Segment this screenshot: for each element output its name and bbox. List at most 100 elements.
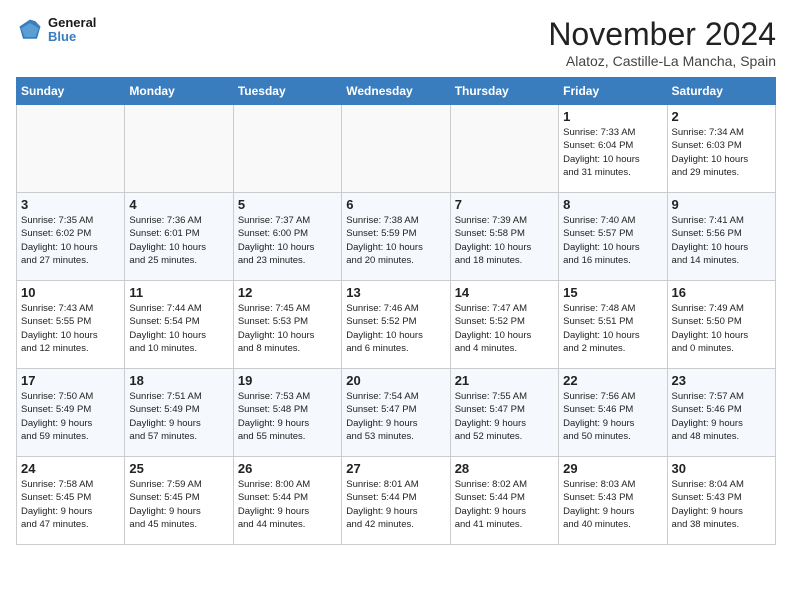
calendar-cell: 1 Sunrise: 7:33 AM Sunset: 6:04 PM Daylig… bbox=[559, 105, 667, 193]
day-number: 18 bbox=[129, 373, 228, 388]
day-info: Sunrise: 7:56 AM Sunset: 5:46 PM Dayligh… bbox=[563, 390, 662, 443]
day-number: 15 bbox=[563, 285, 662, 300]
day-info: Sunrise: 7:47 AM Sunset: 5:52 PM Dayligh… bbox=[455, 302, 554, 355]
calendar-week-2: 3 Sunrise: 7:35 AM Sunset: 6:02 PM Daylig… bbox=[17, 193, 776, 281]
day-info: Sunrise: 7:33 AM Sunset: 6:04 PM Dayligh… bbox=[563, 126, 662, 179]
day-info: Sunrise: 8:04 AM Sunset: 5:43 PM Dayligh… bbox=[672, 478, 771, 531]
day-info: Sunrise: 7:50 AM Sunset: 5:49 PM Dayligh… bbox=[21, 390, 120, 443]
header-friday: Friday bbox=[559, 78, 667, 105]
day-info: Sunrise: 7:48 AM Sunset: 5:51 PM Dayligh… bbox=[563, 302, 662, 355]
day-info: Sunrise: 8:01 AM Sunset: 5:44 PM Dayligh… bbox=[346, 478, 445, 531]
day-info: Sunrise: 7:51 AM Sunset: 5:49 PM Dayligh… bbox=[129, 390, 228, 443]
calendar-week-1: 1 Sunrise: 7:33 AM Sunset: 6:04 PM Daylig… bbox=[17, 105, 776, 193]
day-info: Sunrise: 7:40 AM Sunset: 5:57 PM Dayligh… bbox=[563, 214, 662, 267]
logo-line1: General bbox=[48, 16, 96, 30]
day-info: Sunrise: 7:35 AM Sunset: 6:02 PM Dayligh… bbox=[21, 214, 120, 267]
day-number: 17 bbox=[21, 373, 120, 388]
month-title: November 2024 bbox=[548, 16, 776, 53]
day-info: Sunrise: 7:45 AM Sunset: 5:53 PM Dayligh… bbox=[238, 302, 337, 355]
calendar-cell: 25 Sunrise: 7:59 AM Sunset: 5:45 PM Dayli… bbox=[125, 457, 233, 545]
calendar-cell: 14 Sunrise: 7:47 AM Sunset: 5:52 PM Dayli… bbox=[450, 281, 558, 369]
day-info: Sunrise: 7:53 AM Sunset: 5:48 PM Dayligh… bbox=[238, 390, 337, 443]
calendar-cell: 30Sunrise: 8:04 AM Sunset: 5:43 PM Dayli… bbox=[667, 457, 775, 545]
day-info: Sunrise: 7:34 AM Sunset: 6:03 PM Dayligh… bbox=[672, 126, 771, 179]
location-subtitle: Alatoz, Castille-La Mancha, Spain bbox=[548, 53, 776, 69]
day-info: Sunrise: 7:43 AM Sunset: 5:55 PM Dayligh… bbox=[21, 302, 120, 355]
day-info: Sunrise: 7:37 AM Sunset: 6:00 PM Dayligh… bbox=[238, 214, 337, 267]
day-number: 16 bbox=[672, 285, 771, 300]
title-block: November 2024 Alatoz, Castille-La Mancha… bbox=[548, 16, 776, 69]
calendar-cell: 6 Sunrise: 7:38 AM Sunset: 5:59 PM Daylig… bbox=[342, 193, 450, 281]
calendar-cell: 11Sunrise: 7:44 AM Sunset: 5:54 PM Dayli… bbox=[125, 281, 233, 369]
calendar-cell: 18 Sunrise: 7:51 AM Sunset: 5:49 PM Dayli… bbox=[125, 369, 233, 457]
calendar-cell: 15 Sunrise: 7:48 AM Sunset: 5:51 PM Dayli… bbox=[559, 281, 667, 369]
day-info: Sunrise: 8:00 AM Sunset: 5:44 PM Dayligh… bbox=[238, 478, 337, 531]
calendar-cell: 19 Sunrise: 7:53 AM Sunset: 5:48 PM Dayli… bbox=[233, 369, 341, 457]
day-info: Sunrise: 7:38 AM Sunset: 5:59 PM Dayligh… bbox=[346, 214, 445, 267]
calendar-cell: 8Sunrise: 7:40 AM Sunset: 5:57 PM Daylig… bbox=[559, 193, 667, 281]
day-info: Sunrise: 7:39 AM Sunset: 5:58 PM Dayligh… bbox=[455, 214, 554, 267]
day-number: 12 bbox=[238, 285, 337, 300]
day-number: 19 bbox=[238, 373, 337, 388]
logo: General Blue bbox=[16, 16, 96, 45]
header-wednesday: Wednesday bbox=[342, 78, 450, 105]
day-number: 9 bbox=[672, 197, 771, 212]
calendar-header-row: SundayMondayTuesdayWednesdayThursdayFrid… bbox=[17, 78, 776, 105]
day-number: 20 bbox=[346, 373, 445, 388]
calendar-cell: 26 Sunrise: 8:00 AM Sunset: 5:44 PM Dayli… bbox=[233, 457, 341, 545]
day-number: 3 bbox=[21, 197, 120, 212]
header-saturday: Saturday bbox=[667, 78, 775, 105]
logo-icon bbox=[16, 16, 44, 44]
day-info: Sunrise: 7:41 AM Sunset: 5:56 PM Dayligh… bbox=[672, 214, 771, 267]
page-header: General Blue November 2024 Alatoz, Casti… bbox=[16, 16, 776, 69]
calendar-cell: 7 Sunrise: 7:39 AM Sunset: 5:58 PM Daylig… bbox=[450, 193, 558, 281]
day-info: Sunrise: 7:58 AM Sunset: 5:45 PM Dayligh… bbox=[21, 478, 120, 531]
day-number: 6 bbox=[346, 197, 445, 212]
calendar-cell: 17 Sunrise: 7:50 AM Sunset: 5:49 PM Dayli… bbox=[17, 369, 125, 457]
calendar-cell: 22 Sunrise: 7:56 AM Sunset: 5:46 PM Dayli… bbox=[559, 369, 667, 457]
calendar-cell: 9 Sunrise: 7:41 AM Sunset: 5:56 PM Daylig… bbox=[667, 193, 775, 281]
logo-text: General Blue bbox=[48, 16, 96, 45]
day-number: 14 bbox=[455, 285, 554, 300]
day-number: 2 bbox=[672, 109, 771, 124]
day-info: Sunrise: 7:55 AM Sunset: 5:47 PM Dayligh… bbox=[455, 390, 554, 443]
calendar-cell: 28Sunrise: 8:02 AM Sunset: 5:44 PM Dayli… bbox=[450, 457, 558, 545]
day-info: Sunrise: 7:44 AM Sunset: 5:54 PM Dayligh… bbox=[129, 302, 228, 355]
logo-line2: Blue bbox=[48, 30, 96, 44]
calendar-cell bbox=[17, 105, 125, 193]
calendar-cell: 23 Sunrise: 7:57 AM Sunset: 5:46 PM Dayli… bbox=[667, 369, 775, 457]
calendar-cell: 29Sunrise: 8:03 AM Sunset: 5:43 PM Dayli… bbox=[559, 457, 667, 545]
calendar-cell: 27 Sunrise: 8:01 AM Sunset: 5:44 PM Dayli… bbox=[342, 457, 450, 545]
header-tuesday: Tuesday bbox=[233, 78, 341, 105]
day-info: Sunrise: 7:49 AM Sunset: 5:50 PM Dayligh… bbox=[672, 302, 771, 355]
day-number: 25 bbox=[129, 461, 228, 476]
day-number: 23 bbox=[672, 373, 771, 388]
calendar-table: SundayMondayTuesdayWednesdayThursdayFrid… bbox=[16, 77, 776, 545]
day-number: 10 bbox=[21, 285, 120, 300]
day-info: Sunrise: 7:59 AM Sunset: 5:45 PM Dayligh… bbox=[129, 478, 228, 531]
calendar-week-5: 24 Sunrise: 7:58 AM Sunset: 5:45 PM Dayli… bbox=[17, 457, 776, 545]
day-number: 13 bbox=[346, 285, 445, 300]
day-number: 4 bbox=[129, 197, 228, 212]
day-number: 21 bbox=[455, 373, 554, 388]
calendar-cell: 5 Sunrise: 7:37 AM Sunset: 6:00 PM Daylig… bbox=[233, 193, 341, 281]
calendar-cell bbox=[125, 105, 233, 193]
day-number: 24 bbox=[21, 461, 120, 476]
day-number: 26 bbox=[238, 461, 337, 476]
day-info: Sunrise: 7:57 AM Sunset: 5:46 PM Dayligh… bbox=[672, 390, 771, 443]
day-number: 22 bbox=[563, 373, 662, 388]
day-info: Sunrise: 8:03 AM Sunset: 5:43 PM Dayligh… bbox=[563, 478, 662, 531]
calendar-week-3: 10 Sunrise: 7:43 AM Sunset: 5:55 PM Dayli… bbox=[17, 281, 776, 369]
day-number: 7 bbox=[455, 197, 554, 212]
calendar-cell: 3 Sunrise: 7:35 AM Sunset: 6:02 PM Daylig… bbox=[17, 193, 125, 281]
calendar-cell: 13Sunrise: 7:46 AM Sunset: 5:52 PM Dayli… bbox=[342, 281, 450, 369]
day-info: Sunrise: 8:02 AM Sunset: 5:44 PM Dayligh… bbox=[455, 478, 554, 531]
day-number: 5 bbox=[238, 197, 337, 212]
day-number: 1 bbox=[563, 109, 662, 124]
calendar-cell: 20Sunrise: 7:54 AM Sunset: 5:47 PM Dayli… bbox=[342, 369, 450, 457]
calendar-cell bbox=[450, 105, 558, 193]
calendar-week-4: 17 Sunrise: 7:50 AM Sunset: 5:49 PM Dayli… bbox=[17, 369, 776, 457]
day-number: 27 bbox=[346, 461, 445, 476]
day-info: Sunrise: 7:36 AM Sunset: 6:01 PM Dayligh… bbox=[129, 214, 228, 267]
calendar-cell: 12 Sunrise: 7:45 AM Sunset: 5:53 PM Dayli… bbox=[233, 281, 341, 369]
